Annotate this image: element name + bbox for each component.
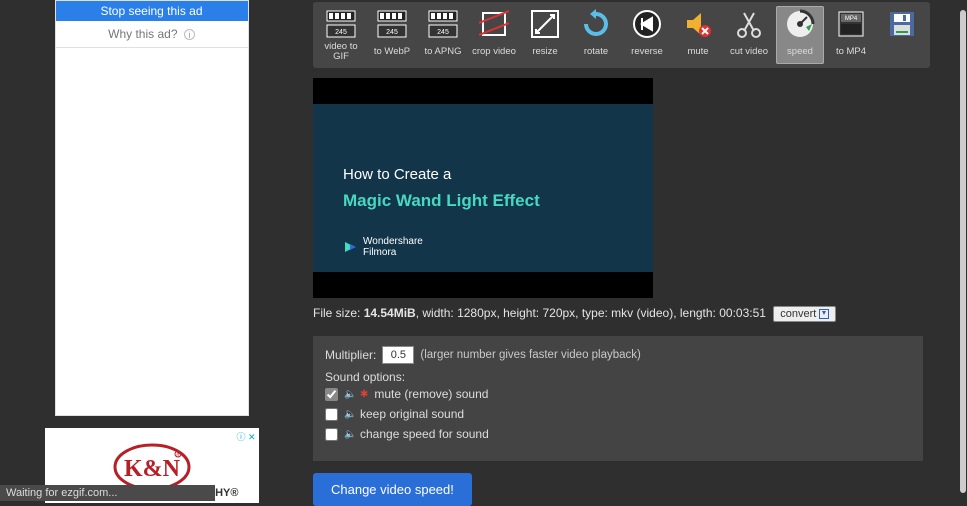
tool-reverse[interactable]: reverse [623, 6, 671, 64]
tool-label: speed [787, 42, 813, 62]
speedometer-icon [782, 8, 818, 40]
tool-video-to-gif[interactable]: 245 video to GIF [317, 6, 365, 64]
adchoices-icon[interactable]: ⓘ ✕ [236, 430, 255, 443]
mute-sound-checkbox[interactable] [325, 388, 338, 401]
clapper-frames-icon: 245 [425, 8, 461, 40]
rotate-icon [578, 8, 614, 40]
svg-text:245: 245 [437, 29, 449, 36]
tool-cut-video[interactable]: cut video [725, 6, 773, 64]
help-icon: i [184, 29, 195, 40]
why-this-ad-link[interactable]: Why this ad? i [56, 21, 248, 47]
floppy-save-icon [884, 8, 920, 40]
mute-sound-label: mute (remove) sound [374, 387, 488, 401]
tool-crop-video[interactable]: crop video [470, 6, 518, 64]
file-info-text: File size: 14.54MiB, width: 1280px, heig… [313, 306, 947, 322]
video-preview[interactable]: How to Create a Magic Wand Light Effect … [313, 78, 653, 298]
tool-to-webp[interactable]: 245 to WebP [368, 6, 416, 64]
ad-placeholder [55, 48, 249, 416]
clapper-frames-icon: 245 [323, 8, 359, 40]
clapper-frames-icon: 245 [374, 8, 410, 40]
why-ad-label: Why this ad? [108, 27, 177, 41]
tool-label: to APNG [425, 42, 462, 62]
tool-label: mute [687, 42, 708, 62]
convert-label: convert [780, 308, 816, 320]
tool-label: to MP4 [836, 42, 866, 62]
svg-text:K&N: K&N [124, 456, 181, 482]
tool-label: video to GIF [318, 42, 364, 62]
ad-box-top: Stop seeing this ad Why this ad? i [55, 0, 249, 48]
tool-label: reverse [631, 42, 663, 62]
main-content: 245 video to GIF 245 to WebP 245 to APNG [303, 0, 967, 503]
scissors-icon [731, 8, 767, 40]
svg-text:245: 245 [386, 29, 398, 36]
svg-text:MP4: MP4 [845, 16, 858, 22]
tool-mute[interactable]: mute [674, 6, 722, 64]
download-icon [819, 309, 829, 319]
keep-sound-label: keep original sound [360, 407, 464, 421]
sound-options-title: Sound options: [325, 370, 405, 384]
file-size-value: 14.54MiB [364, 306, 416, 320]
preview-text-line1: How to Create a [343, 166, 623, 183]
multiplier-label: Multiplier: [325, 348, 376, 362]
stop-seeing-ad-button[interactable]: Stop seeing this ad [56, 1, 248, 21]
change-sound-speed-label: change speed for sound [360, 427, 489, 441]
sound-icon: 🔈 [344, 389, 354, 400]
brand-line1: Wondershare [363, 236, 423, 247]
brand-watermark: Wondershare Filmora [343, 236, 423, 258]
mute-indicator-icon: ✱ [360, 389, 368, 400]
tool-to-apng[interactable]: 245 to APNG [419, 6, 467, 64]
tool-resize[interactable]: resize [521, 6, 569, 64]
speed-options-panel: Multiplier: (larger number gives faster … [313, 336, 923, 461]
convert-button[interactable]: convert [773, 306, 836, 322]
tool-save[interactable] [878, 6, 926, 64]
multiplier-input[interactable] [382, 346, 414, 364]
preview-text-line2: Magic Wand Light Effect [343, 191, 623, 211]
browser-status-bar: Waiting for ezgif.com... [0, 485, 215, 501]
left-sidebar: Stop seeing this ad Why this ad? i ⓘ ✕ K… [0, 0, 303, 503]
filmora-logo-icon [343, 240, 357, 254]
tool-label: cut video [730, 42, 768, 62]
crop-icon [476, 8, 512, 40]
mp4-icon: MP4 [833, 8, 869, 40]
tool-label: rotate [584, 42, 608, 62]
svg-text:245: 245 [335, 29, 347, 36]
sound-icon: 🔈 [344, 409, 354, 420]
change-sound-speed-checkbox[interactable] [325, 428, 338, 441]
multiplier-hint: (larger number gives faster video playba… [420, 349, 641, 361]
video-tools-toolbar: 245 video to GIF 245 to WebP 245 to APNG [313, 2, 930, 68]
sound-icon: 🔈 [344, 429, 354, 440]
brand-line2: Filmora [363, 247, 423, 258]
vertical-scrollbar[interactable] [960, 10, 966, 493]
change-video-speed-button[interactable]: Change video speed! [313, 473, 472, 506]
tool-speed[interactable]: speed [776, 6, 824, 64]
resize-icon [527, 8, 563, 40]
mute-icon [680, 8, 716, 40]
tool-rotate[interactable]: rotate [572, 6, 620, 64]
tool-label: crop video [472, 42, 516, 62]
reverse-icon [629, 8, 665, 40]
tool-to-mp4[interactable]: MP4 to MP4 [827, 6, 875, 64]
tool-label: resize [532, 42, 557, 62]
keep-sound-checkbox[interactable] [325, 408, 338, 421]
tool-label: to WebP [374, 42, 410, 62]
